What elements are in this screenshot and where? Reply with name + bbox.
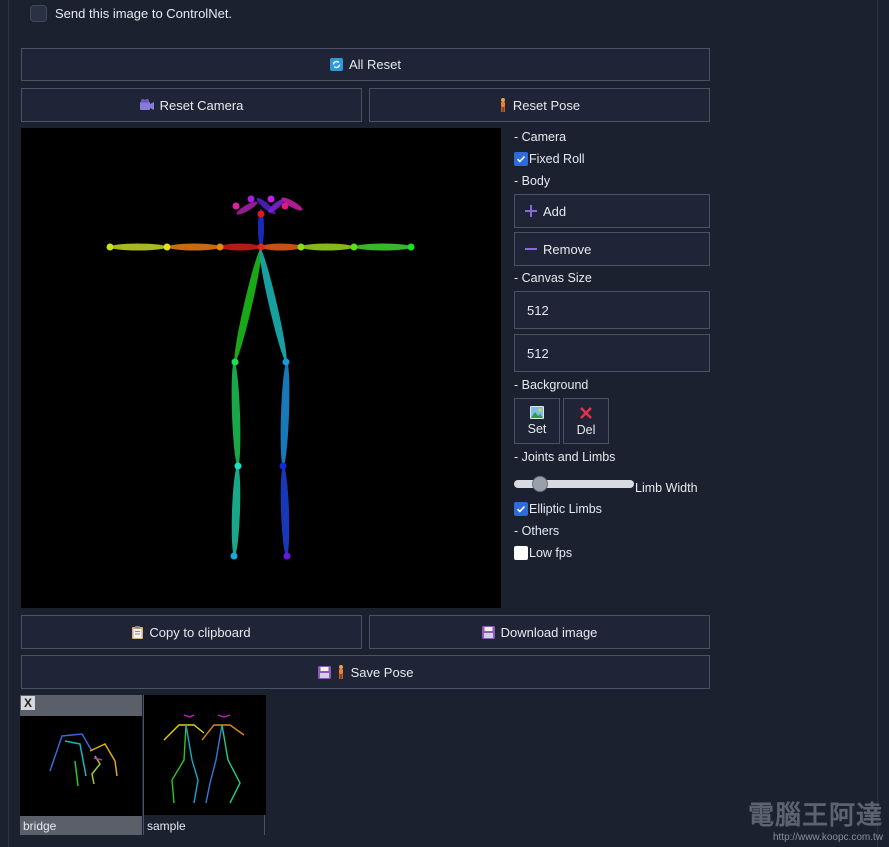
others-section-label: - Others: [514, 524, 560, 538]
camera-section-label: - Camera: [514, 130, 567, 144]
gallery-caption: bridge: [23, 819, 57, 833]
low-fps-label: Low fps: [529, 546, 573, 560]
plus-icon: [525, 205, 537, 217]
check-icon[interactable]: [514, 152, 528, 166]
joint-left-shoulder[interactable]: [216, 243, 224, 251]
download-image-button[interactable]: Download image: [369, 615, 710, 649]
limb-width-label: Limb Width: [635, 481, 698, 495]
fixed-roll-checkbox[interactable]: Fixed Roll: [514, 152, 585, 166]
watermark-title: 電腦王阿達: [747, 800, 883, 830]
refresh-icon: [329, 58, 343, 71]
elliptic-limbs-label: Elliptic Limbs: [529, 502, 602, 516]
gallery-caption: sample: [147, 819, 186, 833]
pose-canvas[interactable]: [21, 128, 501, 608]
watermark: 電腦王阿達 http://www.koopc.com.tw: [748, 795, 883, 843]
remove-body-button[interactable]: Remove: [514, 232, 710, 266]
joint-nose[interactable]: [257, 210, 265, 218]
limb-right-forearm: [355, 243, 411, 251]
gallery-item-bridge[interactable]: X bridge: [20, 695, 142, 835]
set-background-label: Set: [527, 422, 547, 436]
joint-right-shoulder[interactable]: [297, 243, 305, 251]
joint-right-knee[interactable]: [279, 462, 287, 470]
add-body-button[interactable]: Add: [514, 194, 710, 228]
joint-right-ankle[interactable]: [283, 552, 291, 560]
copy-clipboard-label: Copy to clipboard: [149, 624, 251, 640]
thumbnail-sample[interactable]: [144, 695, 266, 815]
check-icon[interactable]: [514, 502, 528, 516]
limb-left-torso: [234, 248, 262, 362]
joint-left-eye[interactable]: [247, 195, 255, 203]
canvas-width-input[interactable]: 512: [514, 291, 710, 329]
unchecked-box[interactable]: [514, 546, 528, 560]
joint-left-wrist[interactable]: [106, 243, 114, 251]
image-icon: [530, 406, 544, 422]
reset-pose-label: Reset Pose: [512, 97, 581, 113]
elliptic-limbs-checkbox[interactable]: Elliptic Limbs: [514, 502, 602, 516]
person-icon: [499, 98, 507, 112]
joint-left-ear[interactable]: [232, 202, 240, 210]
limb-right-shin: [280, 466, 290, 556]
body-section-label: - Body: [514, 174, 551, 188]
joint-right-wrist[interactable]: [407, 243, 415, 251]
all-reset-label: All Reset: [348, 57, 402, 72]
limb-left-upper-arm: [168, 243, 220, 251]
close-icon: [579, 406, 593, 423]
copy-clipboard-button[interactable]: Copy to clipboard: [21, 615, 362, 649]
limb-right-torso: [259, 248, 287, 362]
limb-right-shoulder: [261, 243, 301, 251]
joints-limbs-section-label: - Joints and Limbs: [514, 450, 616, 464]
remove-body-label: Remove: [543, 241, 592, 257]
joint-right-eye[interactable]: [267, 195, 275, 203]
pose-skeleton[interactable]: [21, 128, 501, 608]
send-to-controlnet-label: Send this image to ControlNet.: [55, 5, 233, 21]
joint-neck[interactable]: [257, 243, 265, 251]
limb-right-thigh: [280, 362, 290, 466]
canvas-height-input[interactable]: 512: [514, 334, 710, 372]
camera-icon: [139, 99, 154, 111]
all-reset-button[interactable]: All Reset: [21, 48, 710, 81]
download-image-label: Download image: [500, 624, 598, 640]
add-body-label: Add: [543, 203, 567, 219]
joint-right-elbow[interactable]: [350, 243, 358, 251]
floppy-disk-icon: [317, 665, 331, 679]
canvas-size-section-label: - Canvas Size: [514, 271, 592, 285]
save-pose-button[interactable]: Save Pose: [21, 655, 710, 689]
joint-left-knee[interactable]: [234, 462, 242, 470]
background-section-label: - Background: [514, 378, 589, 392]
thumbnail-bridge[interactable]: [20, 716, 142, 816]
clipboard-icon: [132, 625, 144, 639]
minus-icon: [525, 243, 537, 255]
limb-left-thigh: [231, 362, 241, 466]
save-pose-label: Save Pose: [350, 664, 414, 680]
joint-left-ankle[interactable]: [230, 552, 238, 560]
set-background-button[interactable]: Set: [514, 398, 560, 444]
limb-width-slider-thumb[interactable]: [532, 476, 548, 492]
limb-left-forearm: [110, 243, 166, 251]
person-icon: [337, 665, 345, 679]
reset-camera-label: Reset Camera: [159, 97, 244, 113]
floppy-disk-icon: [481, 625, 495, 639]
joint-left-elbow[interactable]: [163, 243, 171, 251]
joint-left-hip[interactable]: [231, 358, 239, 366]
delete-background-label: Del: [576, 422, 596, 437]
close-icon[interactable]: X: [21, 696, 35, 710]
joint-right-ear[interactable]: [281, 202, 289, 210]
limb-right-upper-arm: [301, 243, 353, 251]
limb-left-shin: [231, 466, 241, 556]
joint-right-hip[interactable]: [282, 358, 290, 366]
send-to-controlnet-row[interactable]: Send this image to ControlNet.: [30, 4, 232, 22]
send-to-controlnet-checkbox[interactable]: [30, 4, 47, 22]
fixed-roll-label: Fixed Roll: [529, 152, 585, 166]
reset-pose-button[interactable]: Reset Pose: [369, 88, 710, 122]
delete-background-button[interactable]: Del: [563, 398, 609, 444]
limb-left-shoulder: [220, 243, 260, 251]
reset-camera-button[interactable]: Reset Camera: [21, 88, 362, 122]
watermark-url: http://www.koopc.com.tw: [772, 832, 883, 843]
gallery-item-sample[interactable]: X sample: [143, 695, 266, 835]
low-fps-checkbox[interactable]: Low fps: [514, 546, 572, 560]
